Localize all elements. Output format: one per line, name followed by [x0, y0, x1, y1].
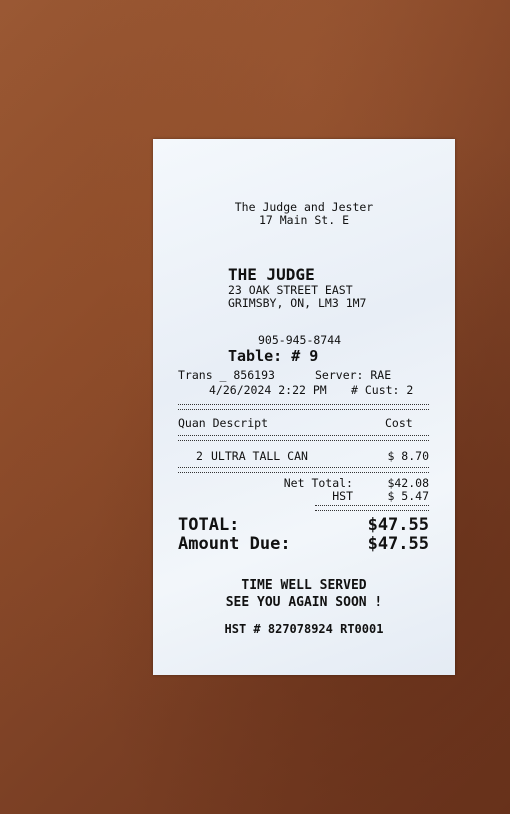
hst-registration-number: HST # 827078924 RT0001 — [224, 622, 384, 636]
item-quantity: 2 — [196, 449, 203, 463]
receipt: The Judge and Jester 17 Main St. E THE J… — [153, 139, 455, 675]
divider — [178, 404, 429, 410]
hst-value: $ 5.47 — [387, 489, 429, 503]
amount-due-label: Amount Due: — [178, 534, 291, 554]
transaction-number: Trans _ 856193 — [178, 368, 275, 382]
total-value: $47.55 — [367, 515, 429, 535]
city-address: GRIMSBY, ON, LM3 1M7 — [228, 296, 367, 310]
total-label: TOTAL: — [178, 515, 240, 535]
divider — [178, 435, 429, 441]
divider — [178, 467, 429, 473]
footer-farewell: SEE YOU AGAIN SOON ! — [225, 595, 383, 610]
column-cost: Cost — [385, 416, 413, 430]
footer-slogan: TIME WELL SERVED — [241, 578, 367, 593]
hst-label: HST — [332, 489, 353, 503]
table-number: Table: # 9 — [228, 347, 319, 365]
column-quan-descript: Quan Descript — [178, 416, 269, 430]
server-name: Server: RAE — [315, 368, 392, 382]
restaurant-address: 17 Main St. E — [258, 213, 349, 227]
customer-count: # Cust: 2 — [351, 383, 414, 397]
item-cost: $ 8.70 — [387, 449, 429, 463]
amount-due-value: $47.55 — [367, 534, 429, 554]
brand-name: THE JUDGE — [228, 265, 315, 284]
divider — [315, 505, 429, 511]
phone-number: 905-945-8744 — [258, 333, 342, 347]
item-description: ULTRA TALL CAN — [211, 449, 308, 463]
order-datetime: 4/26/2024 2:22 PM — [209, 383, 327, 397]
